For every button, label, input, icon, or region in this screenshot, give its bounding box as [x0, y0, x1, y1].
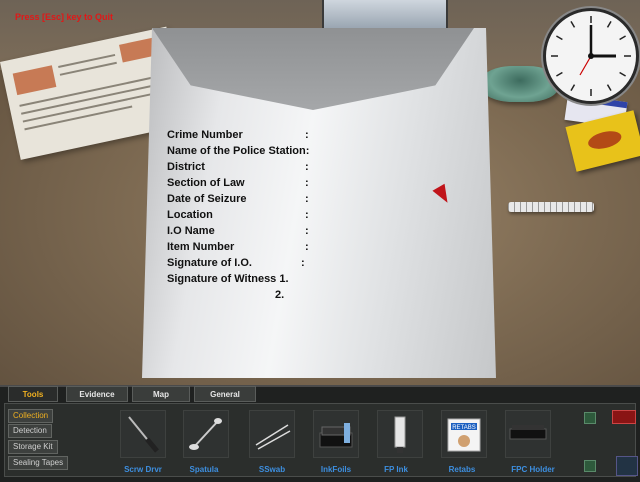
inkfoils-icon — [319, 423, 353, 448]
form-colon: : — [305, 177, 309, 189]
spatula-icon — [189, 418, 222, 450]
inkfoils-label: InkFoils — [320, 465, 352, 474]
form-label: Section of Law — [167, 177, 245, 189]
swab-icon — [255, 424, 291, 450]
form-row: 2. — [167, 287, 309, 303]
ruler-object[interactable] — [508, 202, 594, 212]
clock-icon — [543, 8, 639, 104]
form-row: Item Number: — [167, 239, 309, 255]
form-colon: : — [305, 129, 309, 141]
form-colon: : — [305, 161, 309, 173]
sealing-tapes-button[interactable]: Sealing Tapes — [8, 456, 69, 470]
form-label: Date of Seizure — [167, 193, 247, 205]
fp-ink-label: FP Ink — [384, 465, 408, 474]
witness-2-label: 2. — [275, 289, 285, 301]
screwdriver-tool[interactable] — [120, 410, 166, 458]
form-label: Location — [167, 209, 213, 221]
form-row: Location: — [167, 207, 309, 223]
form-row: Section of Law: — [167, 175, 309, 191]
swab-label: SSwab — [258, 465, 286, 474]
envelope-form: Crime Number: Name of the Police Station… — [167, 127, 309, 303]
newspaper-photo — [12, 65, 57, 96]
retabs-box-text: RETABS — [452, 425, 476, 431]
screwdriver-icon — [128, 416, 159, 453]
form-row: Name of the Police Station: — [167, 143, 309, 159]
form-row: Date of Seizure: — [167, 191, 309, 207]
form-row: I.O Name: — [167, 223, 309, 239]
fp-ink-icon — [394, 416, 406, 453]
spatula-label: Spatula — [189, 465, 219, 474]
quit-hint: Press [Esc] key to Quit — [15, 12, 114, 22]
tab-map[interactable]: Map — [132, 386, 190, 402]
close-panel-button[interactable] — [612, 410, 636, 424]
form-label: I.O Name — [167, 225, 215, 237]
inkfoils-tool[interactable] — [313, 410, 359, 458]
form-label: District — [167, 161, 205, 173]
form-row: Signature of Witness 1. — [167, 271, 309, 287]
scroll-down-button[interactable] — [584, 460, 596, 472]
scroll-up-button[interactable] — [584, 412, 596, 424]
retabs-icon: RETABS — [447, 418, 481, 452]
fpc-holder-tool[interactable] — [505, 410, 551, 458]
view-toggle-button[interactable] — [616, 456, 638, 476]
retabs-label: Retabs — [448, 465, 476, 474]
form-row: Crime Number: — [167, 127, 309, 143]
form-label: Item Number — [167, 241, 235, 253]
form-colon: : — [305, 241, 309, 253]
form-colon: : — [305, 209, 309, 221]
form-label: Name of the Police Station: — [167, 145, 310, 157]
form-row: Signature of I.O.: — [167, 255, 309, 271]
form-colon: : — [305, 193, 309, 205]
form-label: Signature of I.O. — [167, 257, 252, 269]
tab-evidence[interactable]: Evidence — [66, 386, 128, 402]
spatula-tool[interactable] — [183, 410, 229, 458]
detection-button[interactable]: Detection — [8, 424, 52, 438]
storage-kit-button[interactable]: Storage Kit — [8, 440, 58, 454]
tab-general[interactable]: General — [194, 386, 256, 402]
screwdriver-label: Scrw Drvr — [124, 465, 162, 474]
form-label: Crime Number — [167, 129, 243, 141]
tab-tools[interactable]: Tools — [8, 386, 58, 402]
fp-ink-tool[interactable] — [377, 410, 423, 458]
retabs-tool[interactable]: RETABS — [441, 410, 487, 458]
form-colon: : — [301, 257, 305, 269]
form-label: Signature of Witness 1. — [167, 273, 289, 285]
swab-tool[interactable] — [249, 410, 295, 458]
clock-face — [551, 16, 631, 96]
fpc-holder-icon — [509, 425, 547, 440]
form-row: District: — [167, 159, 309, 175]
monitor-object — [322, 0, 448, 30]
fpc-holder-label: FPC Holder — [511, 465, 555, 474]
collection-button[interactable]: Collection — [8, 409, 54, 423]
form-colon: : — [305, 225, 309, 237]
